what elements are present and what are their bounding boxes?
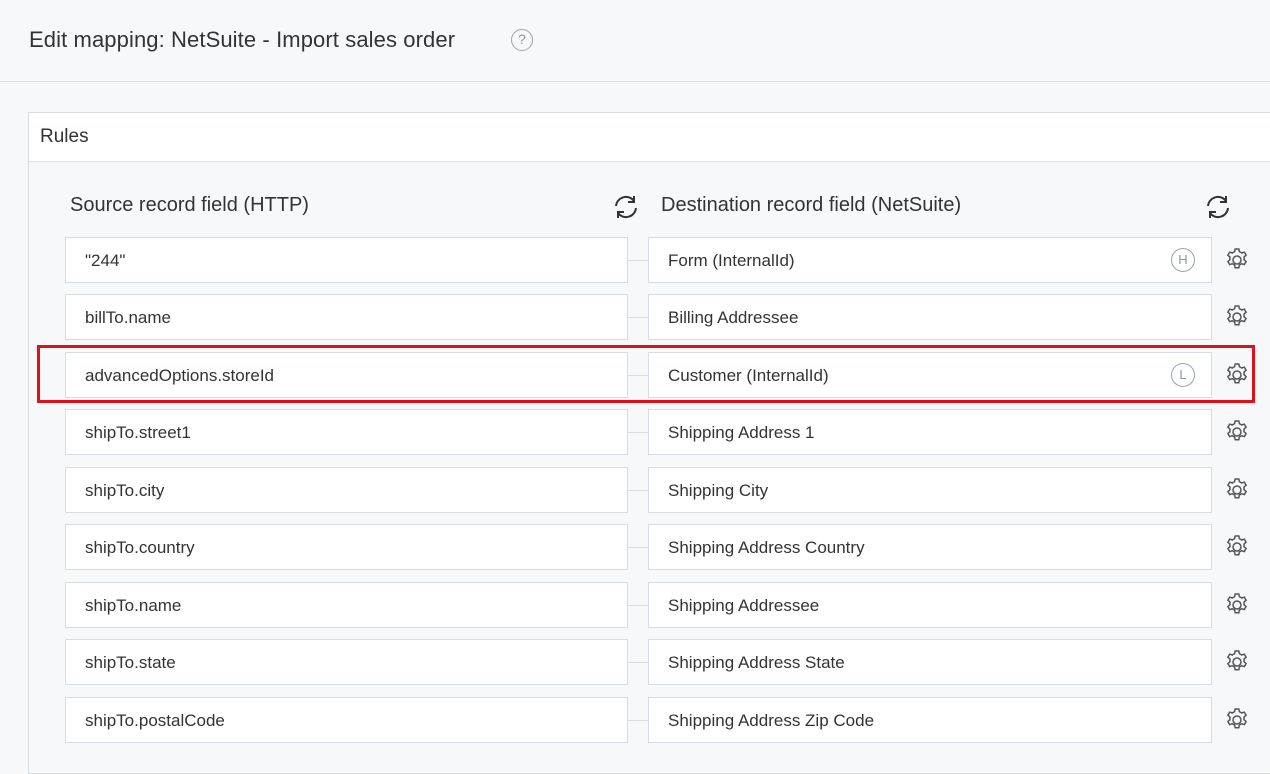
mapping-connector (628, 490, 648, 491)
gear-icon[interactable] (1223, 418, 1251, 446)
destination-field-value: Shipping Address 1 (668, 423, 815, 442)
source-field-input[interactable]: shipTo.postalCode (65, 697, 628, 743)
source-field-input[interactable]: shipTo.city (65, 467, 628, 513)
mapping-connector (628, 605, 648, 606)
source-field-input[interactable]: "244" (65, 237, 628, 283)
mapping-row: shipTo.city Shipping City (0, 467, 1270, 515)
gear-icon[interactable] (1223, 246, 1251, 274)
mapping-connector (628, 432, 648, 433)
destination-field-input[interactable]: Billing Addressee (648, 294, 1212, 340)
mapping-connector (628, 662, 648, 663)
help-icon[interactable]: ? (511, 29, 533, 51)
destination-field-value: Shipping Address Zip Code (668, 711, 875, 730)
source-field-value: shipTo.postalCode (85, 711, 225, 730)
gear-icon[interactable] (1223, 706, 1251, 734)
destination-field-input[interactable]: Form (InternalId) H (648, 237, 1212, 283)
destination-field-value: Customer (InternalId) (668, 366, 829, 385)
hardcoded-badge-icon: H (1171, 248, 1195, 272)
source-field-value: shipTo.state (85, 653, 176, 672)
gear-icon[interactable] (1223, 303, 1251, 331)
source-field-input[interactable]: shipTo.country (65, 524, 628, 570)
source-field-input[interactable]: advancedOptions.storeId (65, 352, 628, 398)
source-column-header: Source record field (HTTP) (70, 194, 309, 216)
mapping-row: billTo.name Billing Addressee (0, 294, 1270, 342)
destination-column-header: Destination record field (NetSuite) (661, 194, 962, 216)
mapping-row: shipTo.name Shipping Addressee (0, 582, 1270, 630)
destination-field-input[interactable]: Shipping Address State (648, 639, 1212, 685)
destination-field-value: Shipping City (668, 481, 769, 500)
destination-field-value: Form (InternalId) (668, 251, 795, 270)
destination-field-input[interactable]: Customer (InternalId) L (648, 352, 1212, 398)
destination-field-value: Billing Addressee (668, 308, 799, 327)
mapping-connector (628, 720, 648, 721)
destination-field-value: Shipping Addressee (668, 596, 820, 615)
source-field-value: shipTo.street1 (85, 423, 191, 442)
lookup-badge-icon: L (1171, 363, 1195, 387)
gear-icon[interactable] (1223, 361, 1251, 389)
page-header: Edit mapping: NetSuite - Import sales or… (0, 0, 1270, 82)
mapping-connector (628, 317, 648, 318)
destination-field-input[interactable]: Shipping Addressee (648, 582, 1212, 628)
gear-icon[interactable] (1223, 648, 1251, 676)
rules-panel-header: Rules (29, 113, 1270, 162)
destination-field-value: Shipping Address Country (668, 538, 865, 557)
source-field-input[interactable]: shipTo.name (65, 582, 628, 628)
source-field-value: advancedOptions.storeId (85, 366, 275, 385)
mapping-connector (628, 375, 648, 376)
destination-field-input[interactable]: Shipping Address Zip Code (648, 697, 1212, 743)
gear-icon[interactable] (1223, 591, 1251, 619)
source-field-input[interactable]: billTo.name (65, 294, 628, 340)
mapping-connector (628, 547, 648, 548)
mapping-row: advancedOptions.storeId Customer (Interna… (0, 352, 1270, 400)
source-field-input[interactable]: shipTo.street1 (65, 409, 628, 455)
mapping-row: shipTo.postalCode Shipping Address Zip Co… (0, 697, 1270, 745)
source-field-value: shipTo.name (85, 596, 182, 615)
mapping-row: shipTo.street1 Shipping Address 1 (0, 409, 1270, 457)
source-field-value: shipTo.country (85, 538, 195, 557)
mapping-row: "244" Form (InternalId) H (0, 237, 1270, 285)
destination-field-input[interactable]: Shipping City (648, 467, 1212, 513)
destination-field-input[interactable]: Shipping Address 1 (648, 409, 1212, 455)
destination-refresh-icon[interactable] (1204, 193, 1232, 221)
destination-field-value: Shipping Address State (668, 653, 845, 672)
destination-field-input[interactable]: Shipping Address Country (648, 524, 1212, 570)
mapping-row: shipTo.state Shipping Address State (0, 639, 1270, 687)
source-field-value: billTo.name (85, 308, 171, 327)
gear-icon[interactable] (1223, 476, 1251, 504)
source-field-value: shipTo.city (85, 481, 165, 500)
page-title: Edit mapping: NetSuite - Import sales or… (29, 27, 456, 52)
source-field-input[interactable]: shipTo.state (65, 639, 628, 685)
mapping-row: shipTo.country Shipping Address Country (0, 524, 1270, 572)
gear-icon[interactable] (1223, 533, 1251, 561)
source-field-value: "244" (85, 251, 126, 270)
rules-panel-title: Rules (40, 126, 89, 147)
source-refresh-icon[interactable] (612, 193, 640, 221)
mapping-connector (628, 260, 648, 261)
